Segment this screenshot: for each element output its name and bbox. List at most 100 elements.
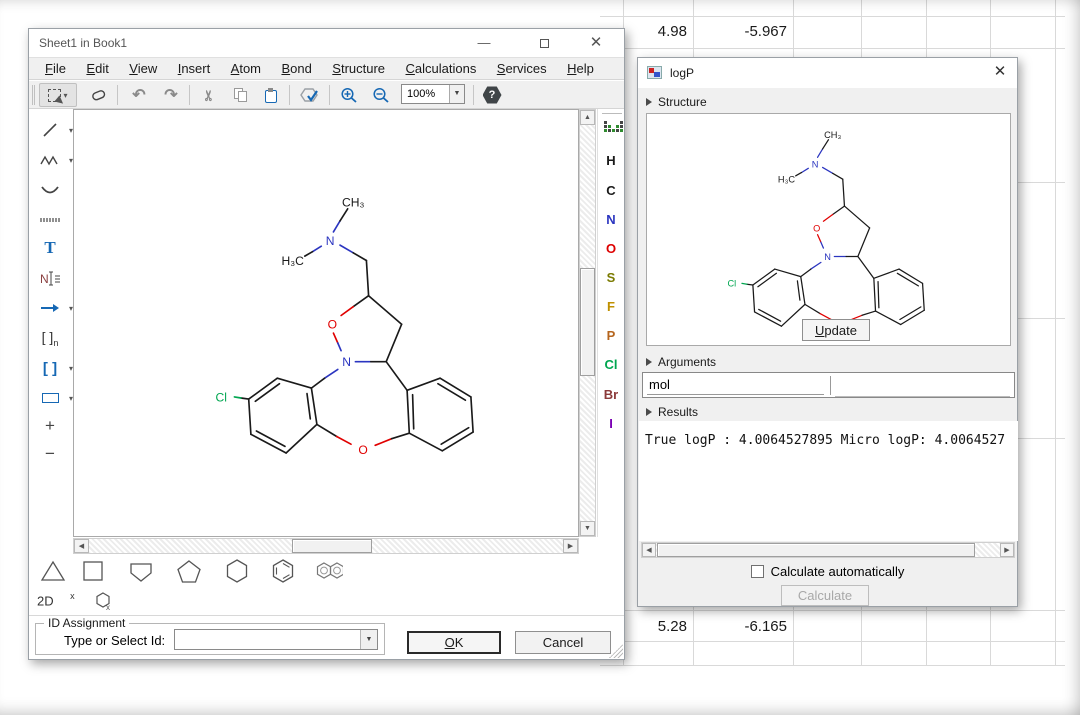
maximize-button[interactable] — [524, 29, 564, 56]
undo-button[interactable]: ↶ — [125, 83, 153, 107]
canvas-vscrollbar[interactable]: ▲ ▼ — [579, 109, 596, 537]
redo-button[interactable]: ↷ — [157, 83, 185, 107]
increase-charge-button[interactable]: + — [33, 413, 67, 439]
results-hscrollbar[interactable]: ◀ ▶ — [641, 542, 1015, 558]
sheet-cell[interactable]: -6.165 — [695, 618, 787, 635]
superscript-x-button[interactable]: x — [70, 591, 75, 601]
zoom-in-button[interactable] — [335, 83, 363, 107]
element-button-f[interactable]: F — [598, 299, 624, 321]
decrease-charge-button[interactable]: − — [33, 441, 67, 467]
check-structure-button[interactable] — [295, 83, 325, 107]
menu-structure[interactable]: Structure — [332, 58, 385, 80]
scroll-up-button[interactable]: ▲ — [580, 110, 595, 125]
zoom-level-combobox[interactable]: 100% ▼ — [401, 84, 465, 104]
scroll-right-button[interactable]: ▶ — [1000, 543, 1014, 557]
cancel-button[interactable]: Cancel — [515, 631, 611, 654]
element-button-h[interactable]: H — [598, 153, 624, 175]
element-button-n[interactable]: N — [598, 212, 624, 234]
bond-tool-button[interactable]: ▾ — [33, 117, 67, 143]
mode-2d-button[interactable]: 2D — [37, 593, 54, 608]
pentagon-icon — [176, 559, 202, 584]
atom-label-tool-button[interactable]: N — [33, 265, 67, 291]
menu-calculations[interactable]: Calculations — [406, 58, 477, 80]
template-cyclopentadiene-button[interactable] — [175, 557, 203, 585]
arguments-section-header[interactable]: Arguments — [638, 355, 1017, 371]
eraser-tool-button[interactable] — [85, 83, 111, 107]
hscroll-thumb[interactable] — [292, 539, 372, 553]
close-button[interactable]: ✕ — [983, 58, 1017, 85]
help-icon: ? — [483, 86, 502, 105]
element-button-p[interactable]: P — [598, 328, 624, 350]
periodic-table-button[interactable] — [600, 121, 626, 143]
menu-edit[interactable]: Edit — [86, 58, 108, 80]
text-tool-button[interactable]: T — [33, 235, 67, 261]
editor-titlebar[interactable]: Sheet1 in Book1 — ✕ — [29, 29, 624, 57]
element-button-o[interactable]: O — [598, 241, 624, 263]
template-naphthalene-button[interactable] — [315, 557, 343, 585]
ok-button[interactable]: OK — [407, 631, 501, 654]
results-section-header[interactable]: Results — [638, 405, 1017, 421]
hexagon-x-icon[interactable]: x — [95, 591, 113, 611]
template-cyclopentane-button[interactable] — [127, 557, 155, 585]
close-button[interactable]: ✕ — [576, 29, 616, 56]
arc-tool-button[interactable] — [33, 177, 67, 203]
id-select-combobox[interactable]: ▼ — [174, 629, 378, 650]
repeat-bracket-tool-button[interactable]: [ ]n — [33, 325, 67, 351]
template-cyclobutane-button[interactable] — [79, 557, 107, 585]
sheet-cell[interactable]: -5.967 — [695, 23, 787, 40]
cut-button[interactable]: ✂ — [195, 83, 223, 107]
dashed-line-tool-button[interactable] — [33, 207, 67, 233]
minimize-button[interactable]: — — [464, 29, 504, 56]
template-cyclohexane-button[interactable] — [223, 557, 251, 585]
bracket-tool-button[interactable]: [ ] ▾ — [33, 355, 67, 381]
update-button[interactable]: Update — [802, 319, 870, 341]
element-button-c[interactable]: C — [598, 183, 624, 205]
scroll-right-button[interactable]: ▶ — [563, 539, 578, 553]
id-assignment-group: ID Assignment Type or Select Id: ▼ — [35, 623, 385, 655]
element-button-i[interactable]: I — [598, 416, 624, 438]
sheet-cell[interactable]: 4.98 — [625, 23, 687, 40]
resize-grip[interactable] — [609, 644, 623, 658]
element-button-cl[interactable]: Cl — [598, 357, 624, 379]
menu-bond[interactable]: Bond — [281, 58, 311, 80]
menu-atom[interactable]: Atom — [231, 58, 261, 80]
vscroll-thumb[interactable] — [580, 268, 595, 376]
paste-icon — [265, 88, 278, 103]
paste-button[interactable] — [257, 83, 285, 107]
template-benzene-button[interactable] — [269, 557, 297, 585]
screen: 4.98 -5.967 5.28 -6.165 Sheet1 in Book1 … — [0, 0, 1080, 715]
arguments-grid[interactable]: mol — [642, 372, 1015, 398]
menu-file[interactable]: File — [45, 58, 66, 80]
structure-section-header[interactable]: Structure — [638, 95, 1017, 111]
rectangle-icon — [42, 393, 59, 403]
help-button[interactable]: ? — [479, 83, 505, 107]
toolbar-gripper[interactable] — [32, 85, 35, 105]
chain-tool-button[interactable]: ▾ — [33, 147, 67, 173]
copy-button[interactable] — [227, 83, 255, 107]
menu-insert[interactable]: Insert — [178, 58, 211, 80]
select-tool-button[interactable]: ▾ — [39, 83, 77, 107]
calculate-auto-checkbox[interactable] — [751, 565, 764, 578]
logp-titlebar[interactable]: logP ✕ — [638, 58, 1017, 88]
structure-canvas[interactable]: CH₃ N H₃C O N O Cl — [73, 109, 579, 537]
template-cyclopropane-button[interactable] — [39, 557, 67, 585]
argument-value[interactable]: mol — [649, 377, 670, 392]
hscroll-thumb[interactable] — [657, 543, 975, 557]
element-button-br[interactable]: Br — [598, 387, 624, 409]
chevron-down-icon[interactable]: ▼ — [449, 85, 464, 103]
scroll-left-button[interactable]: ◀ — [74, 539, 89, 553]
zoom-out-button[interactable] — [367, 83, 395, 107]
canvas-hscrollbar[interactable]: ◀ ▶ — [73, 538, 579, 554]
chevron-down-icon[interactable]: ▼ — [360, 630, 377, 649]
rectangle-tool-button[interactable]: ▾ — [33, 385, 67, 411]
arrow-tool-button[interactable]: ▾ — [33, 295, 67, 321]
scroll-left-button[interactable]: ◀ — [642, 543, 656, 557]
menu-services[interactable]: Services — [497, 58, 547, 80]
menu-view[interactable]: View — [129, 58, 157, 80]
menu-help[interactable]: Help — [567, 58, 594, 80]
element-button-s[interactable]: S — [598, 270, 624, 292]
scroll-down-button[interactable]: ▼ — [580, 521, 595, 536]
calculate-button[interactable]: Calculate — [781, 585, 869, 606]
sheet-cell[interactable]: 5.28 — [625, 618, 687, 635]
copy-icon — [234, 88, 248, 102]
